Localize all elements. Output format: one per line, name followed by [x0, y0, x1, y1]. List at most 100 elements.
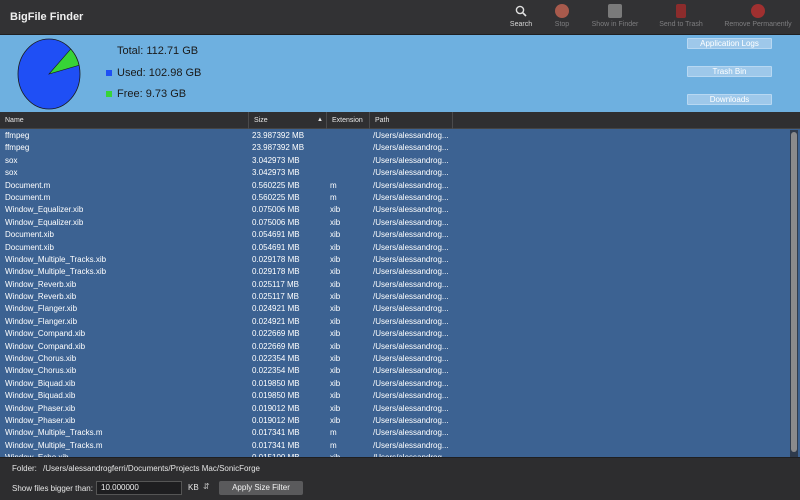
table-row[interactable]: Window_Equalizer.xib 0.075006 MB xib/Users… — [0, 217, 800, 229]
table-row[interactable]: Window_Biquad.xib 0.019850 MB xib/Users/al… — [0, 378, 800, 390]
cell-name: Window_Biquad.xib — [5, 378, 76, 388]
application-logs-button[interactable]: Application Logs — [687, 38, 772, 49]
scrollbar-thumb[interactable] — [791, 132, 797, 452]
size-filter-input[interactable]: 10.000000 — [96, 481, 182, 495]
send-to-trash-button[interactable]: Send to Trash — [646, 4, 716, 28]
remove-permanently-button[interactable]: Remove Permanently — [723, 4, 793, 28]
table-scrollbar[interactable] — [790, 130, 798, 457]
cell-extension: xib — [330, 254, 341, 264]
table-row[interactable]: sox 3.042973 MB/Users/alessandrog... — [0, 167, 800, 179]
cell-path: /Users/alessandrog... — [373, 428, 449, 438]
table-row[interactable]: sox 3.042973 MB/Users/alessandrog... — [0, 155, 800, 167]
table-row[interactable]: Document.m 0.560225 MB m/Users/alessandrog… — [0, 180, 800, 192]
table-row[interactable]: Window_Multiple_Tracks.xib 0.029178 MB xib… — [0, 254, 800, 266]
table-row[interactable]: Document.xib 0.054691 MB xib/Users/alessan… — [0, 229, 800, 241]
cell-size: 0.022354 MB — [252, 354, 300, 364]
apply-size-filter-button[interactable]: Apply Size Filter — [219, 481, 303, 495]
used-size-text: Used: 102.98 GB — [117, 67, 202, 79]
trash-bin-button[interactable]: Trash Bin — [687, 66, 772, 77]
cell-path: /Users/alessandrog... — [373, 279, 449, 289]
column-header-extension[interactable]: Extension — [327, 112, 370, 129]
cell-size: 0.029178 MB — [252, 254, 300, 264]
cell-name: Document.xib — [5, 242, 54, 252]
cell-extension: xib — [330, 304, 341, 314]
cell-path: /Users/alessandrog... — [373, 131, 449, 140]
search-icon — [515, 5, 527, 17]
cell-size: 0.560225 MB — [252, 192, 300, 202]
table-row[interactable]: Window_Multiple_Tracks.m 0.017341 MB m/Use… — [0, 440, 800, 452]
table-row[interactable]: Window_Multiple_Tracks.xib 0.029178 MB xib… — [0, 266, 800, 278]
table-row[interactable]: Window_Chorus.xib 0.022354 MB xib/Users/al… — [0, 353, 800, 365]
column-header-name[interactable]: Name — [0, 112, 249, 129]
finder-icon — [608, 4, 622, 18]
table-row[interactable]: Document.xib 0.054691 MB xib/Users/alessan… — [0, 242, 800, 254]
table-row[interactable]: Window_Chorus.xib 0.022354 MB xib/Users/al… — [0, 365, 800, 377]
cell-name: Window_Chorus.xib — [5, 354, 77, 364]
cell-extension: xib — [330, 279, 341, 289]
cell-name: Window_Phaser.xib — [5, 403, 76, 413]
table-row[interactable]: Window_Biquad.xib 0.019850 MB xib/Users/al… — [0, 390, 800, 402]
table-row[interactable]: ffmpeg 23.987392 MB/Users/alessandrog... — [0, 142, 800, 154]
cell-size: 3.042973 MB — [252, 168, 300, 178]
cell-name: Window_Reverb.xib — [5, 292, 77, 302]
cell-size: 3.042973 MB — [252, 155, 300, 165]
table-row[interactable]: Window_Reverb.xib 0.025117 MB xib/Users/al… — [0, 291, 800, 303]
cell-name: Window_Phaser.xib — [5, 415, 76, 425]
table-row[interactable]: Window_Phaser.xib 0.019012 MB xib/Users/al… — [0, 415, 800, 427]
unit-select[interactable]: KB — [188, 483, 199, 492]
table-header: Name Size ▲ Extension Path — [0, 112, 800, 129]
cell-extension: xib — [330, 341, 341, 351]
disk-summary-panel: Total: 112.71 GB Used: 102.98 GB Free: 9… — [0, 35, 800, 112]
cell-extension: xib — [330, 366, 341, 376]
cell-name: Window_Chorus.xib — [5, 366, 77, 376]
total-size-text: Total: 112.71 GB — [117, 45, 199, 57]
folder-label: Folder: — [12, 464, 37, 473]
cell-extension: xib — [330, 217, 341, 227]
cell-size: 0.560225 MB — [252, 180, 300, 190]
folder-path: /Users/alessandrogferri/Documents/Projec… — [43, 464, 260, 473]
table-row[interactable]: Window_Phaser.xib 0.019012 MB xib/Users/al… — [0, 403, 800, 415]
table-row[interactable]: Window_Compand.xib 0.022669 MB xib/Users/a… — [0, 341, 800, 353]
cell-name: Document.xib — [5, 230, 54, 240]
cell-name: Window_Flanger.xib — [5, 304, 78, 314]
cell-extension: xib — [330, 242, 341, 252]
cell-extension: xib — [330, 205, 341, 215]
downloads-button[interactable]: Downloads — [687, 94, 772, 105]
cell-path: /Users/alessandrog... — [373, 415, 449, 425]
cell-size: 0.024921 MB — [252, 304, 300, 314]
cell-path: /Users/alessandrog... — [373, 155, 449, 165]
cell-name: Window_Multiple_Tracks.xib — [5, 254, 107, 264]
table-row[interactable]: Window_Flanger.xib 0.024921 MB xib/Users/a… — [0, 303, 800, 315]
cell-path: /Users/alessandrog... — [373, 329, 449, 339]
cell-path: /Users/alessandrog... — [373, 180, 449, 190]
cell-path: /Users/alessandrog... — [373, 354, 449, 364]
files-table: Name Size ▲ Extension Path ffmpeg 23.9873… — [0, 112, 800, 457]
table-row[interactable]: Window_Multiple_Tracks.m 0.017341 MB m/Use… — [0, 427, 800, 439]
cell-extension — [330, 142, 368, 154]
cell-size: 0.075006 MB — [252, 205, 300, 215]
table-row[interactable]: ffmpeg 23.987392 MB/Users/alessandrog... — [0, 130, 800, 142]
cell-name: sox — [5, 168, 18, 178]
cell-path: /Users/alessandrog... — [373, 304, 449, 314]
column-header-size-label: Size — [254, 117, 268, 124]
free-legend-swatch — [106, 91, 112, 97]
table-row[interactable]: Window_Reverb.xib 0.025117 MB xib/Users/al… — [0, 279, 800, 291]
size-filter-label: Show files bigger than: — [12, 484, 93, 493]
table-row[interactable]: Document.m 0.560225 MB m/Users/alessandrog… — [0, 192, 800, 204]
trash-icon — [676, 4, 686, 18]
cell-name: ffmpeg — [5, 143, 30, 153]
column-header-path[interactable]: Path — [370, 112, 453, 129]
table-row[interactable]: Window_Compand.xib 0.022669 MB xib/Users/a… — [0, 328, 800, 340]
column-header-size[interactable]: Size ▲ — [249, 112, 327, 129]
table-row[interactable]: Window_Equalizer.xib 0.075006 MB xib/Users… — [0, 204, 800, 216]
show-in-finder-button[interactable]: Show in Finder — [580, 4, 650, 28]
cell-name: Window_Multiple_Tracks.m — [5, 440, 103, 450]
table-row[interactable]: Window_Flanger.xib 0.024921 MB xib/Users/a… — [0, 316, 800, 328]
unit-stepper-icon[interactable]: ⇵ — [203, 482, 210, 491]
cell-extension: xib — [330, 403, 341, 413]
cell-extension: xib — [330, 378, 341, 388]
cell-path: /Users/alessandrog... — [373, 192, 449, 202]
cell-extension: m — [330, 180, 337, 190]
cell-name: Document.m — [5, 180, 51, 190]
show-in-finder-label: Show in Finder — [591, 21, 639, 28]
